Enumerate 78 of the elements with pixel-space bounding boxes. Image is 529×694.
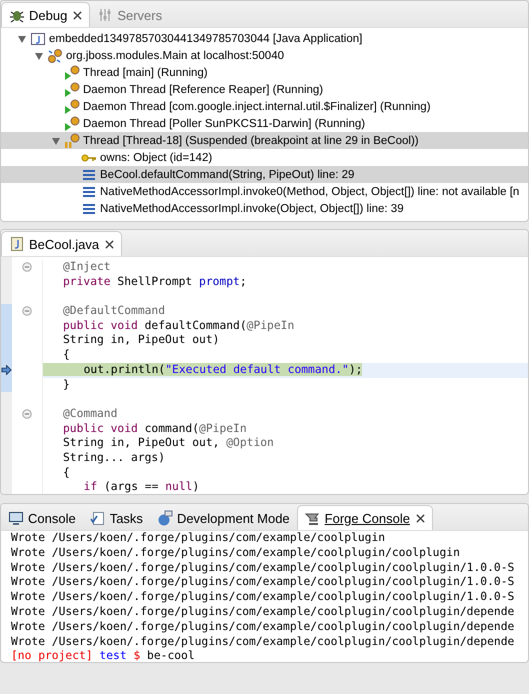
fold-icon[interactable] bbox=[22, 409, 32, 420]
view-tab[interactable]: Console bbox=[1, 506, 83, 530]
clipboard-check-icon bbox=[90, 510, 106, 526]
running-thread-icon bbox=[64, 98, 80, 114]
globe-icon bbox=[156, 510, 173, 526]
tree-item[interactable]: embedded13497857030441349785703044 [Java Application] bbox=[1, 30, 528, 47]
code-line: @Inject bbox=[62, 260, 111, 273]
tab-label: Tasks bbox=[110, 510, 143, 526]
code-line: if (args == null) bbox=[82, 480, 200, 494]
running-thread-icon bbox=[64, 64, 80, 80]
monitor-icon bbox=[8, 510, 24, 526]
view-tab[interactable]: Debug bbox=[1, 2, 90, 27]
tree-label: Daemon Thread [com.google.inject.internal.util.$Finalizer] (Running) bbox=[83, 100, 431, 112]
code-line: String in, PipeOut out) bbox=[62, 333, 220, 346]
console-output-line: Wrote /Users/koen/.forge/plugins/com/example/coolplugin/coolplugin/depende bbox=[11, 604, 516, 620]
code-line: } bbox=[62, 378, 70, 390]
tree-label: Thread [Thread-18] (Suspended (breakpoint at line 29 in BeCool)) bbox=[83, 134, 419, 146]
tree-label: owns: Object (id=142) bbox=[100, 152, 212, 164]
java-app-icon bbox=[30, 30, 46, 46]
suspended-thread-icon bbox=[64, 132, 80, 148]
console-output-line: Wrote /Users/koen/.forge/plugins/com/example/coolplugin/coolplugin/1.0.0-S bbox=[11, 575, 516, 590]
close-icon[interactable] bbox=[105, 240, 114, 248]
tree-item[interactable]: NativeMethodAccessorImpl.invoke(Object, Object[]) line: 39 bbox=[1, 200, 528, 217]
view-tab[interactable]: Forge Console bbox=[296, 505, 433, 530]
code-line: String... args) bbox=[62, 450, 166, 464]
tree-item[interactable]: Daemon Thread [Poller SunPKCS11-Darwin] (Running) bbox=[1, 115, 528, 132]
code-line: @DefaultCommand bbox=[62, 304, 166, 318]
tree-item[interactable]: Daemon Thread [com.google.inject.internal.util.$Finalizer] (Running) bbox=[1, 98, 528, 115]
gears-icon bbox=[47, 48, 63, 64]
console-output-line: Wrote /Users/koen/.forge/plugins/com/example/coolplugin/coolplugin/1.0.0-S bbox=[11, 590, 516, 605]
fold-icon[interactable] bbox=[22, 262, 32, 272]
tree-item[interactable]: owns: Object (id=142) bbox=[1, 149, 528, 166]
console-prompt[interactable]: [no project] test $ be-cool bbox=[11, 649, 528, 662]
tree-label: Daemon Thread [Reference Reaper] (Running) bbox=[83, 84, 324, 96]
tab-label: Debug bbox=[29, 8, 68, 22]
code-line: String in, PipeOut out, @Option bbox=[62, 436, 274, 450]
tab-label: Development Mode bbox=[176, 510, 290, 526]
tree-label: embedded13497857030441349785703044 [Java Application] bbox=[49, 32, 362, 44]
code-line: @Command bbox=[62, 406, 118, 420]
fold-icon[interactable] bbox=[22, 306, 32, 316]
tree-label: NativeMethodAccessorImpl.invoke0(Method, Object, Object[]) line: not available [n bbox=[100, 186, 520, 198]
code-line: public void defaultCommand(@PipeIn bbox=[62, 318, 294, 332]
view-tab[interactable]: Tasks bbox=[82, 506, 150, 530]
view-tab[interactable]: Development Mode bbox=[150, 506, 297, 530]
instruction-pointer-icon bbox=[1, 364, 12, 375]
tab-label: Servers bbox=[117, 8, 162, 22]
tree-label: Thread [main] (Running) bbox=[83, 66, 208, 78]
console-output-line: Wrote /Users/koen/.forge/plugins/com/example/coolplugin/coolplugin/depende bbox=[11, 634, 516, 650]
close-icon[interactable] bbox=[73, 10, 82, 20]
tab-label: Forge Console bbox=[324, 510, 410, 526]
tree-item[interactable]: org.jboss.modules.Main at localhost:50040 bbox=[1, 47, 528, 64]
tree-item[interactable]: Thread [main] (Running) bbox=[1, 64, 528, 81]
java-file-icon bbox=[9, 236, 25, 252]
tab-label: Console bbox=[28, 510, 76, 526]
code-line: public void command(@PipeIn bbox=[62, 422, 247, 435]
code-line: private ShellPrompt prompt; bbox=[62, 274, 247, 288]
editor-tab[interactable]: BeCool.java bbox=[1, 231, 122, 256]
tree-label: Daemon Thread [Poller SunPKCS11-Darwin] (Running) bbox=[83, 118, 366, 130]
tree-item[interactable]: Thread [Thread-18] (Suspended (breakpoint at line 29 in BeCool)) bbox=[1, 132, 528, 149]
view-tab[interactable]: Servers bbox=[90, 3, 170, 27]
tree-label: BeCool.defaultCommand(String, PipeOut) line: 29 bbox=[100, 168, 354, 180]
sliders-icon bbox=[97, 7, 114, 23]
tree-label: org.jboss.modules.Main at localhost:50040 bbox=[66, 50, 284, 62]
console-output-line: Wrote /Users/koen/.forge/plugins/com/example/coolplugin/coolplugin/1.0.0-S bbox=[11, 560, 516, 576]
tree-item[interactable]: NativeMethodAccessorImpl.invoke0(Method, Object, Object[]) line: not available [n bbox=[1, 183, 528, 200]
expanded-arrow-icon[interactable] bbox=[51, 136, 61, 146]
running-thread-icon bbox=[64, 116, 80, 132]
console-output-line: Wrote /Users/koen/.forge/plugins/com/example/coolplugin/coolplugin/depende bbox=[11, 620, 516, 635]
console-output-line: Wrote /Users/koen/.forge/plugins/com/example/coolplugin/coolplugin bbox=[11, 546, 461, 561]
tree-item[interactable]: BeCool.defaultCommand(String, PipeOut) line: 29 bbox=[1, 166, 528, 183]
tree-item[interactable]: Daemon Thread [Reference Reaper] (Running) bbox=[1, 81, 528, 98]
running-thread-icon bbox=[64, 82, 80, 98]
close-icon[interactable] bbox=[416, 514, 425, 522]
code-line: { bbox=[62, 348, 70, 362]
tab-label: BeCool.java bbox=[29, 236, 100, 252]
tree-label: NativeMethodAccessorImpl.invoke(Object, Object[]) line: 39 bbox=[100, 202, 404, 214]
code-line: { bbox=[62, 466, 70, 479]
console-output-line: Wrote /Users/koen/.forge/plugins/com/example/coolplugin bbox=[11, 531, 386, 546]
